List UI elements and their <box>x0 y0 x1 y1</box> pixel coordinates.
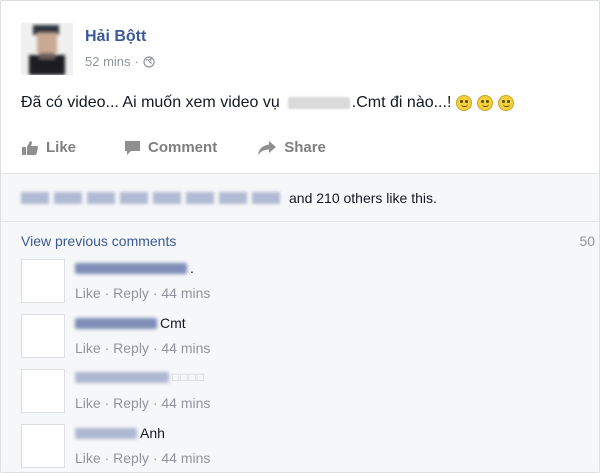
comment-head: . <box>75 260 194 276</box>
comment-reply-link[interactable]: Reply <box>113 340 149 356</box>
comment-like-link[interactable]: Like <box>75 450 101 466</box>
post-text-after: .Cmt đi nào...! <box>351 94 452 111</box>
post-meta: 52 mins · <box>85 54 155 69</box>
comment-actions: Like · Reply · 44 mins <box>75 340 210 356</box>
commenter-avatar[interactable] <box>21 259 65 303</box>
commenter-name-redacted[interactable] <box>75 317 157 329</box>
dot-separator: · <box>100 285 114 301</box>
dot-separator: · <box>148 395 162 411</box>
comment-time[interactable]: 44 mins <box>161 340 210 356</box>
smile-emoji-icon <box>477 95 494 111</box>
post-text-before: Đã có video... Ai muốn xem video vụ <box>21 94 280 111</box>
commenter-name-redacted[interactable] <box>75 262 187 274</box>
comment-time[interactable]: 44 mins <box>161 450 210 466</box>
dot-separator: · <box>100 340 114 356</box>
author-avatar[interactable] <box>21 23 73 75</box>
dot-separator: · <box>148 450 162 466</box>
comment-actions: Like · Reply · 44 mins <box>75 395 210 411</box>
comment-head: □□□□ <box>75 370 205 384</box>
smile-emoji-icon <box>456 95 473 111</box>
comment-text: Cmt <box>160 315 186 331</box>
comment-icon <box>125 140 141 155</box>
comment-actions: Like · Reply · 44 mins <box>75 285 210 301</box>
commenter-avatar[interactable] <box>21 314 65 358</box>
comment-actions: Like · Reply · 44 mins <box>75 450 210 466</box>
thumbs-up-icon <box>22 140 38 155</box>
liker-names-redacted[interactable] <box>21 192 283 204</box>
commenter-avatar[interactable] <box>21 369 65 413</box>
share-label: Share <box>284 139 326 156</box>
comment-item: □□□□ Like · Reply · 44 mins <box>21 369 581 417</box>
likes-line: and 210 others like this. <box>21 190 437 206</box>
comment-item: Cmt Like · Reply · 44 mins <box>21 314 581 362</box>
comment-time[interactable]: 44 mins <box>161 395 210 411</box>
like-button[interactable]: Like <box>21 139 76 156</box>
share-button[interactable]: Share <box>257 139 326 156</box>
comment-reply-link[interactable]: Reply <box>113 450 149 466</box>
smile-emoji-icon <box>498 95 515 111</box>
comment-item: . Like · Reply · 44 mins <box>21 259 581 307</box>
view-previous-comments-link[interactable]: View previous comments <box>21 233 176 249</box>
post-text: Đã có video... Ai muốn xem video vụ .Cmt… <box>21 94 515 112</box>
comment-time[interactable]: 44 mins <box>161 285 210 301</box>
dot-separator: · <box>100 450 114 466</box>
meta-separator: · <box>134 54 139 69</box>
comment-text: □□□□ <box>172 370 205 384</box>
share-icon <box>258 140 277 155</box>
comment-like-link[interactable]: Like <box>75 340 101 356</box>
comment-button[interactable]: Comment <box>124 139 217 156</box>
dot-separator: · <box>100 395 114 411</box>
author-name[interactable]: Hải Bộtt <box>85 28 146 46</box>
comment-text: . <box>190 260 194 276</box>
commenter-avatar[interactable] <box>21 424 65 468</box>
comments-count: 50 <box>579 233 595 249</box>
comment-item: Anh Like · Reply · 44 mins <box>21 424 581 472</box>
post-actions: Like Comment Share <box>21 139 356 156</box>
comment-like-link[interactable]: Like <box>75 395 101 411</box>
like-label: Like <box>46 139 77 156</box>
audience-icon[interactable] <box>143 55 155 68</box>
redacted-text <box>287 97 350 109</box>
comment-reply-link[interactable]: Reply <box>113 285 149 301</box>
comment-head: Cmt <box>75 315 186 331</box>
commenter-name-redacted[interactable] <box>75 427 137 439</box>
comment-head: Anh <box>75 425 165 441</box>
post-card: Hải Bộtt 52 mins · Đã có video... Ai muố… <box>0 0 600 473</box>
likes-summary: and 210 others like this. <box>1 173 599 221</box>
comments-section: View previous comments 50 . Like · Reply… <box>1 221 599 472</box>
avatar-image <box>21 23 73 75</box>
comment-like-link[interactable]: Like <box>75 285 101 301</box>
author-line: Hải Bộtt <box>85 28 146 46</box>
commenter-name-redacted[interactable] <box>75 371 169 383</box>
comment-text: Anh <box>140 425 165 441</box>
comment-reply-link[interactable]: Reply <box>113 395 149 411</box>
comment-label: Comment <box>148 139 218 156</box>
post-timestamp[interactable]: 52 mins <box>85 54 131 69</box>
likes-others-text[interactable]: and 210 others like this. <box>289 190 437 206</box>
dot-separator: · <box>148 285 162 301</box>
dot-separator: · <box>148 340 162 356</box>
